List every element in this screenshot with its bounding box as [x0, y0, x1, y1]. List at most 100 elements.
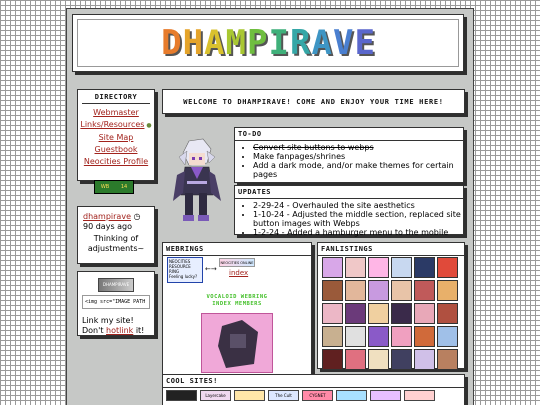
webrings-title: WEBRINGS [163, 243, 311, 256]
directory-title: DIRECTORY [82, 90, 150, 104]
vocaloid-webring-title: VOCALOID WEBRING [206, 294, 268, 300]
logo-letter: A [204, 23, 225, 63]
fanlisting-button[interactable] [391, 349, 412, 370]
directory-panel: DIRECTORY Webmaster Links/Resources ● Site… [77, 89, 155, 181]
link-me-panel: DHAMPIRAVE <img src="IMAGE PATH Link my … [77, 271, 155, 336]
cool-site-button[interactable] [166, 390, 197, 401]
site-logo[interactable]: DHAMPIRAVE [161, 23, 375, 63]
embed-code-box[interactable]: <img src="IMAGE PATH [82, 295, 150, 309]
ring-arrows-icon[interactable]: ←→ [205, 265, 217, 273]
fanlisting-button[interactable] [322, 303, 343, 324]
todo-list: Convert site buttons to webpsMake fanpag… [235, 143, 463, 179]
welcome-text: WELCOME TO DHAMPIRAVE! COME AND ENJOY YO… [183, 97, 444, 106]
status-time: 90 days ago [83, 222, 133, 231]
vocaloid-webring-links[interactable]: INDEX MEMBERS [163, 301, 311, 308]
fanlisting-button[interactable] [437, 257, 458, 278]
fanlisting-button[interactable] [345, 349, 366, 370]
fanlistings-title: FANLISTINGS [318, 243, 464, 256]
logo-letter: P [247, 23, 268, 63]
directory-link[interactable]: Guestbook [95, 145, 138, 154]
fanlisting-button[interactable] [368, 326, 389, 347]
site-badge[interactable]: WB 14 [94, 180, 134, 194]
fanlisting-button[interactable] [322, 257, 343, 278]
fanlisting-button[interactable] [414, 257, 435, 278]
cool-site-button[interactable]: Layercake [200, 390, 231, 401]
update-item: 2-29-24 - Overhauled the site aesthetics [253, 201, 463, 210]
fanlisting-button[interactable] [322, 280, 343, 301]
updates-list: 2-29-24 - Overhauled the site aesthetics… [235, 201, 463, 237]
fanlisting-button[interactable] [322, 349, 343, 370]
directory-link[interactable]: Links/Resources [80, 120, 144, 129]
resource-ring-lucky[interactable]: Feeling lucky? [169, 274, 201, 279]
fanlisting-button[interactable] [368, 280, 389, 301]
fanlisting-button[interactable] [345, 257, 366, 278]
fanlisting-button[interactable] [391, 280, 412, 301]
fanlistings-grid [322, 257, 458, 370]
fanlisting-button[interactable] [368, 257, 389, 278]
fanlisting-button[interactable] [345, 280, 366, 301]
cool-site-button[interactable] [404, 390, 435, 401]
fanlisting-button[interactable] [368, 349, 389, 370]
cool-sites-buttons: Layercake The Cult CYGNET [163, 388, 464, 403]
directory-link[interactable]: Webmaster [93, 108, 139, 117]
directory-item: Guestbook [78, 144, 154, 156]
fanlisting-button[interactable] [437, 326, 458, 347]
status-user-link[interactable]: dhampirave [83, 212, 131, 221]
updates-panel: UPDATES 2-29-24 - Overhauled the site ae… [234, 185, 464, 237]
fanlisting-button[interactable] [345, 303, 366, 324]
logo-letter: I [268, 23, 289, 63]
vocaloid-webring-image[interactable] [201, 313, 273, 373]
fanlisting-button[interactable] [414, 326, 435, 347]
cool-sites-title: COOL SITES! [163, 375, 464, 388]
vocaloid-figure-image [218, 320, 258, 368]
cool-site-button[interactable] [234, 390, 265, 401]
cool-sites-panel: COOL SITES! Layercake The Cult CYGNET [162, 374, 465, 405]
update-item: 1-2-24 - Added a hamburger menu to the m… [253, 228, 463, 237]
directory-item: Links/Resources ● [78, 119, 154, 132]
logo-letter: R [289, 23, 311, 63]
ring-index-link[interactable]: index [229, 269, 248, 277]
fanlisting-button[interactable] [391, 303, 412, 324]
fanlisting-button[interactable] [437, 349, 458, 370]
fanlistings-panel: FANLISTINGS [317, 242, 465, 370]
todo-item: Add a dark mode, and/or make themes for … [253, 161, 463, 179]
welcome-banner: WELCOME TO DHAMPIRAVE! COME AND ENJOY YO… [162, 89, 465, 114]
fanlisting-button[interactable] [437, 280, 458, 301]
cool-site-button[interactable] [370, 390, 401, 401]
fanlisting-button[interactable] [368, 303, 389, 324]
todo-panel: TO-DO Convert site buttons to webpsMake … [234, 127, 464, 183]
cool-site-button[interactable] [336, 390, 367, 401]
fanlisting-button[interactable] [414, 349, 435, 370]
directory-item: Webmaster [78, 107, 154, 119]
clock-icon: ◷ [133, 212, 141, 221]
directory-link[interactable]: Neocities Profile [84, 157, 148, 166]
todo-item: Convert site buttons to webps [253, 143, 463, 152]
fanlisting-button[interactable] [437, 303, 458, 324]
resource-ring-widget[interactable]: NEOCITIES RESOURCE RING Feeling lucky? [167, 257, 203, 283]
fanlisting-button[interactable] [345, 326, 366, 347]
cool-site-button[interactable]: The Cult [268, 390, 299, 401]
site-button-image: DHAMPIRAVE [98, 278, 134, 292]
todo-item: Make fanpages/shrines [253, 152, 463, 161]
resource-ring-label: NEOCITIES RESOURCE RING [169, 259, 191, 274]
link-me-suffix: it! [135, 326, 145, 335]
hotlink-link[interactable]: hotlink [106, 326, 133, 335]
ring-banner-image[interactable]: NEOCITIES ONLINE [219, 258, 255, 267]
cool-site-button[interactable]: CYGNET [302, 390, 333, 401]
page-container: DHAMPIRAVE DIRECTORY Webmaster Links/Reso… [66, 8, 474, 405]
character-sprite [173, 138, 221, 221]
fanlisting-button[interactable] [414, 280, 435, 301]
directory-item: Site Map [78, 132, 154, 144]
fanlisting-button[interactable] [391, 257, 412, 278]
eye-icon: ● [144, 122, 152, 129]
status-panel: dhampirave ◷ 90 days ago Thinking of adj… [77, 206, 155, 264]
header-inner: DHAMPIRAVE [77, 19, 459, 67]
logo-letter: H [182, 23, 204, 63]
badge-right: 14 [120, 184, 128, 190]
status-text: Thinking of adjustments~ [87, 234, 145, 253]
directory-link[interactable]: Site Map [99, 133, 134, 142]
site-header: DHAMPIRAVE [72, 14, 464, 72]
fanlisting-button[interactable] [322, 326, 343, 347]
fanlisting-button[interactable] [414, 303, 435, 324]
fanlisting-button[interactable] [391, 326, 412, 347]
